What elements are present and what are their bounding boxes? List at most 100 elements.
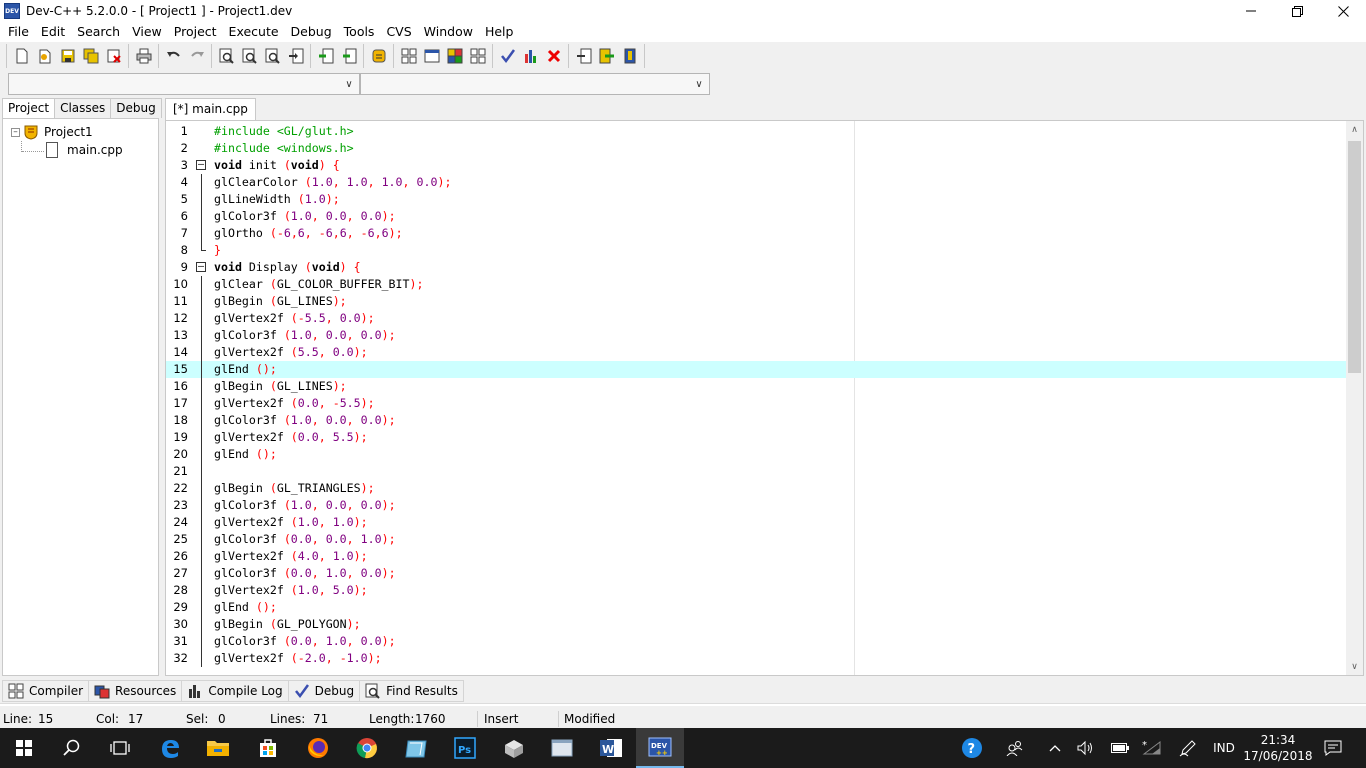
code-line[interactable]: 8} — [166, 242, 1346, 259]
new-project-button[interactable] — [573, 45, 595, 67]
code-line[interactable]: 29 glEnd (); — [166, 599, 1346, 616]
tree-item-main-cpp[interactable]: main.cpp — [46, 141, 123, 159]
menu-debug[interactable]: Debug — [285, 22, 338, 42]
code-line[interactable]: 11 glBegin (GL_LINES); — [166, 293, 1346, 310]
taskbar-store[interactable] — [244, 728, 292, 768]
code-line[interactable]: 10 glClear (GL_COLOR_BUFFER_BIT); — [166, 276, 1346, 293]
tab-resources[interactable]: Resources — [88, 680, 183, 702]
tray-people[interactable] — [1000, 728, 1030, 768]
editor-tab-main-cpp[interactable]: [*] main.cpp — [165, 98, 256, 120]
tab-find-results[interactable]: Find Results — [359, 680, 464, 702]
code-line[interactable]: 17 glVertex2f (0.0, -5.5); — [166, 395, 1346, 412]
taskbar-file-explorer[interactable] — [194, 728, 242, 768]
find-next-button[interactable] — [262, 45, 284, 67]
restore-button[interactable] — [1274, 0, 1320, 22]
find-button[interactable] — [216, 45, 238, 67]
menu-file[interactable]: File — [2, 22, 35, 42]
code-line[interactable]: 1 #include <GL/glut.h> — [166, 123, 1346, 140]
code-line[interactable]: 4 glClearColor (1.0, 1.0, 1.0, 0.0); — [166, 174, 1346, 191]
search-button[interactable] — [48, 728, 96, 768]
tray-language[interactable]: IND — [1206, 728, 1242, 768]
tray-show-hidden[interactable] — [1044, 728, 1066, 768]
open-file-button[interactable] — [34, 45, 56, 67]
profile-button[interactable] — [520, 45, 542, 67]
code-line[interactable]: 25 glColor3f (0.0, 0.0, 1.0); — [166, 531, 1346, 548]
project-options-button[interactable] — [368, 45, 390, 67]
code-line[interactable]: 13 glColor3f (1.0, 0.0, 0.0); — [166, 327, 1346, 344]
compile-button[interactable] — [398, 45, 420, 67]
taskbar-edge[interactable] — [146, 728, 194, 768]
rebuild-all-button[interactable] — [467, 45, 489, 67]
menu-search[interactable]: Search — [71, 22, 126, 42]
menu-tools[interactable]: Tools — [338, 22, 381, 42]
fold-collapse-icon[interactable]: – — [196, 262, 206, 272]
tray-pen[interactable] — [1176, 728, 1200, 768]
menu-cvs[interactable]: CVS — [380, 22, 417, 42]
tab-debug[interactable]: Debug — [110, 98, 162, 118]
code-line[interactable]: 28 glVertex2f (1.0, 5.0); — [166, 582, 1346, 599]
code-line[interactable]: 16 glBegin (GL_LINES); — [166, 378, 1346, 395]
code-line[interactable]: 14 glVertex2f (5.5, 0.0); — [166, 344, 1346, 361]
redo-button[interactable] — [186, 45, 208, 67]
tray-battery[interactable] — [1108, 728, 1132, 768]
taskbar-dev-cpp[interactable]: DEV ++ — [636, 728, 684, 768]
code-line[interactable]: 2 #include <windows.h> — [166, 140, 1346, 157]
code-line[interactable]: 23 glColor3f (1.0, 0.0, 0.0); — [166, 497, 1346, 514]
scroll-down-arrow-icon[interactable]: ∨ — [1346, 658, 1363, 675]
code-line[interactable]: 27 glColor3f (0.0, 1.0, 0.0); — [166, 565, 1346, 582]
code-line[interactable]: 24 glVertex2f (1.0, 1.0); — [166, 514, 1346, 531]
code-line[interactable]: 9– void Display (void) { — [166, 259, 1346, 276]
menu-view[interactable]: View — [126, 22, 168, 42]
tab-debug-output[interactable]: Debug — [287, 680, 361, 702]
code-line[interactable]: 32 glVertex2f (-2.0, -1.0); — [166, 650, 1346, 667]
code-line[interactable]: 5 glLineWidth (1.0); — [166, 191, 1346, 208]
delete-profile-button[interactable] — [543, 45, 565, 67]
vertical-scrollbar[interactable]: ∧ ∨ — [1346, 121, 1363, 675]
scroll-up-arrow-icon[interactable]: ∧ — [1346, 121, 1363, 138]
task-view-button[interactable] — [96, 728, 144, 768]
code-line[interactable]: 7 glOrtho (-6,6, -6,6, -6,6); — [166, 225, 1346, 242]
code-line[interactable]: 15 glEnd (); — [166, 361, 1346, 378]
fold-collapse-icon[interactable]: – — [196, 160, 206, 170]
code-line[interactable]: 18 glColor3f (1.0, 0.0, 0.0); — [166, 412, 1346, 429]
tray-network[interactable]: * — [1140, 728, 1164, 768]
menu-help[interactable]: Help — [479, 22, 520, 42]
remove-from-project-button[interactable] — [338, 45, 360, 67]
goto-line-button[interactable] — [285, 45, 307, 67]
tab-classes[interactable]: Classes — [54, 98, 112, 118]
save-button[interactable] — [57, 45, 79, 67]
tray-help[interactable]: ? — [956, 728, 988, 768]
code-line[interactable]: 6 glColor3f (1.0, 0.0, 0.0); — [166, 208, 1346, 225]
compile-run-button[interactable] — [444, 45, 466, 67]
new-file-button[interactable] — [11, 45, 33, 67]
tab-compile-log[interactable]: Compile Log — [181, 680, 289, 702]
code-line[interactable]: 20 glEnd (); — [166, 446, 1346, 463]
minimize-button[interactable] — [1228, 0, 1274, 22]
code-line[interactable]: 3– void init (void) { — [166, 157, 1346, 174]
add-to-project-button[interactable] — [315, 45, 337, 67]
menu-edit[interactable]: Edit — [35, 22, 71, 42]
taskbar-app-blue[interactable] — [392, 728, 440, 768]
bookmark-button[interactable] — [619, 45, 641, 67]
tray-action-center[interactable] — [1318, 728, 1348, 768]
close-button[interactable] — [1320, 0, 1366, 22]
close-file-button[interactable] — [103, 45, 125, 67]
taskbar-app-box[interactable] — [490, 728, 538, 768]
taskbar-app-window[interactable] — [538, 728, 586, 768]
taskbar-firefox[interactable] — [294, 728, 342, 768]
print-button[interactable] — [133, 45, 155, 67]
tab-compiler[interactable]: Compiler — [2, 680, 90, 702]
insert-button[interactable] — [596, 45, 618, 67]
dev-cpp-app-icon[interactable]: DEV — [4, 3, 20, 19]
syntax-check-button[interactable] — [497, 45, 519, 67]
code-line[interactable]: 22 glBegin (GL_TRIANGLES); — [166, 480, 1346, 497]
menu-execute[interactable]: Execute — [223, 22, 285, 42]
code-line[interactable]: 19 glVertex2f (0.0, 5.5); — [166, 429, 1346, 446]
save-all-button[interactable] — [80, 45, 102, 67]
code-editor[interactable]: 1 #include <GL/glut.h> 2 #include <windows.… — [165, 120, 1364, 676]
code-line[interactable]: 12 glVertex2f (-5.5, 0.0); — [166, 310, 1346, 327]
replace-button[interactable] — [239, 45, 261, 67]
menu-project[interactable]: Project — [168, 22, 223, 42]
member-combo[interactable]: ∨ — [360, 73, 710, 95]
tab-project[interactable]: Project — [2, 98, 56, 119]
